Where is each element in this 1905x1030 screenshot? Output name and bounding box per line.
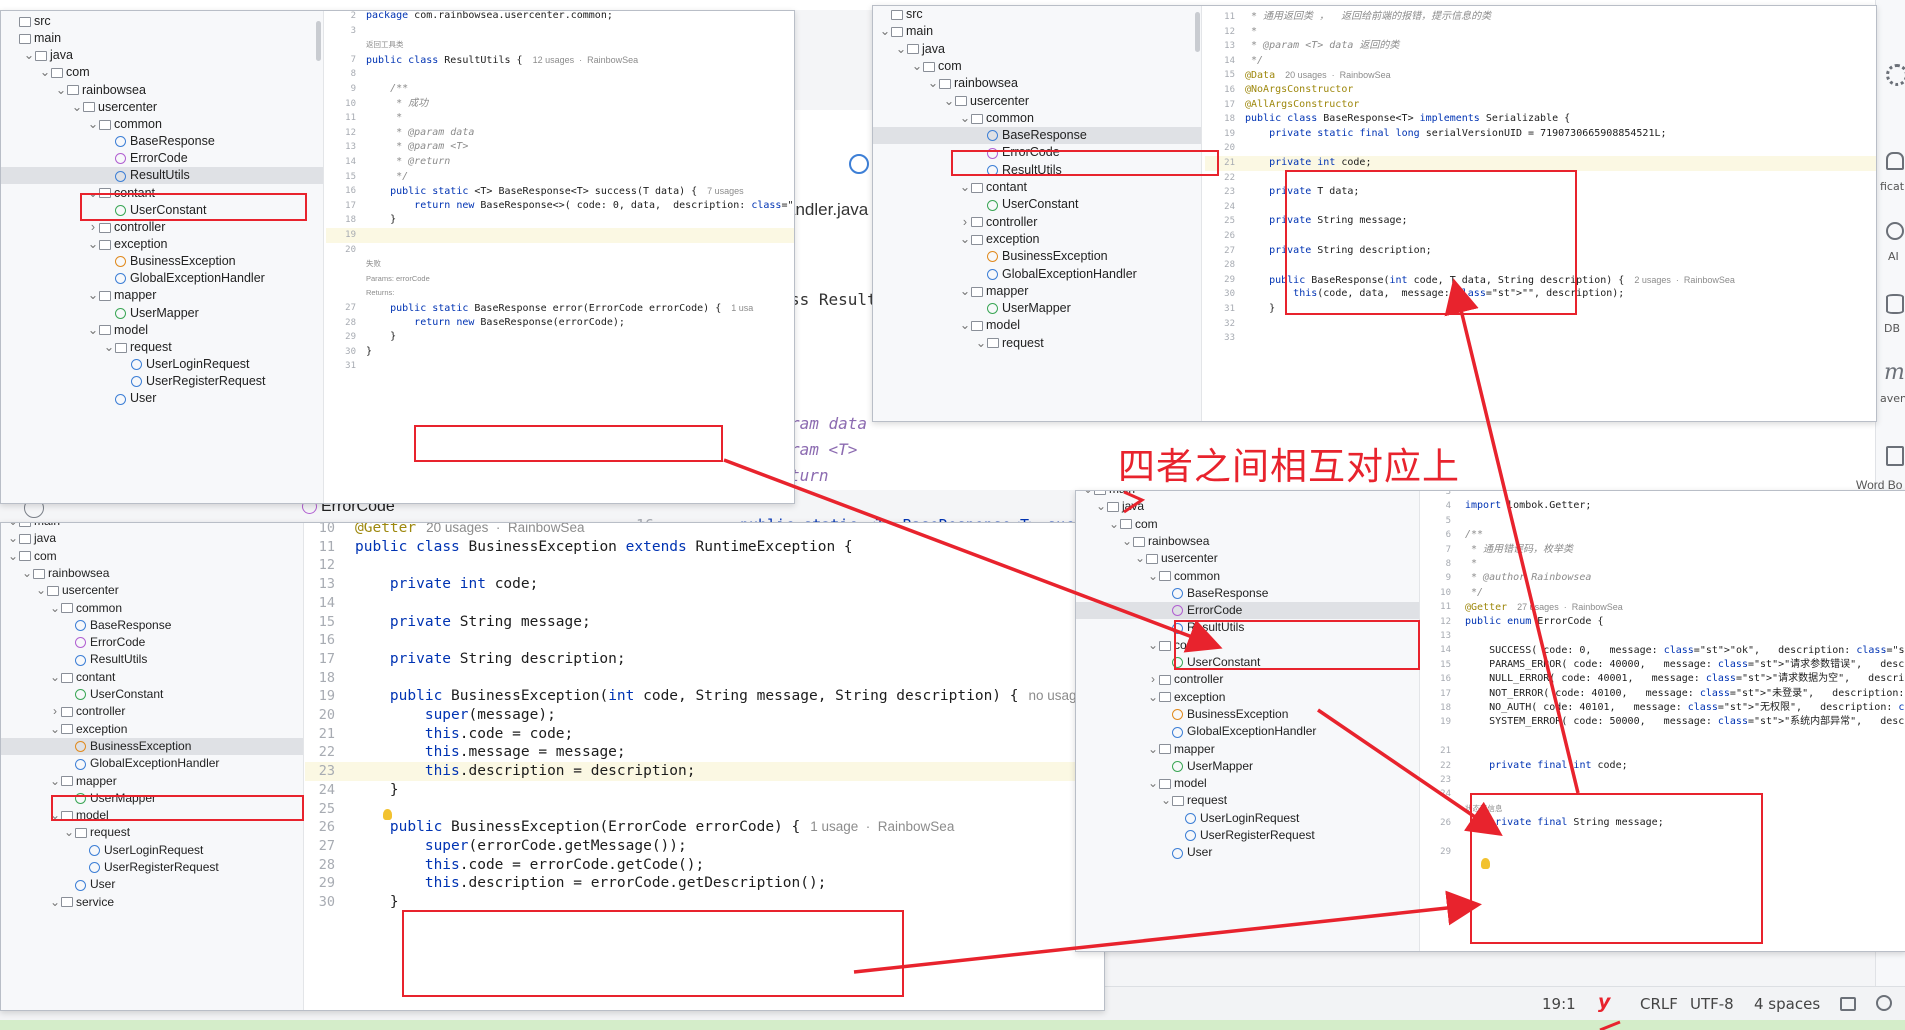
arrow-error-to-errorcode (723, 458, 1223, 653)
annotation-arrows (723, 278, 1621, 1030)
arrow-errorcode-to-fields (1317, 708, 1503, 836)
arrow-bottom-right (1599, 1020, 1621, 1030)
arrow-errorcode-to-baseresponse (1444, 278, 1580, 794)
arrow-tail-stroke (1123, 490, 1146, 514)
arrow-businessexception-to-errorcode (853, 890, 1482, 974)
